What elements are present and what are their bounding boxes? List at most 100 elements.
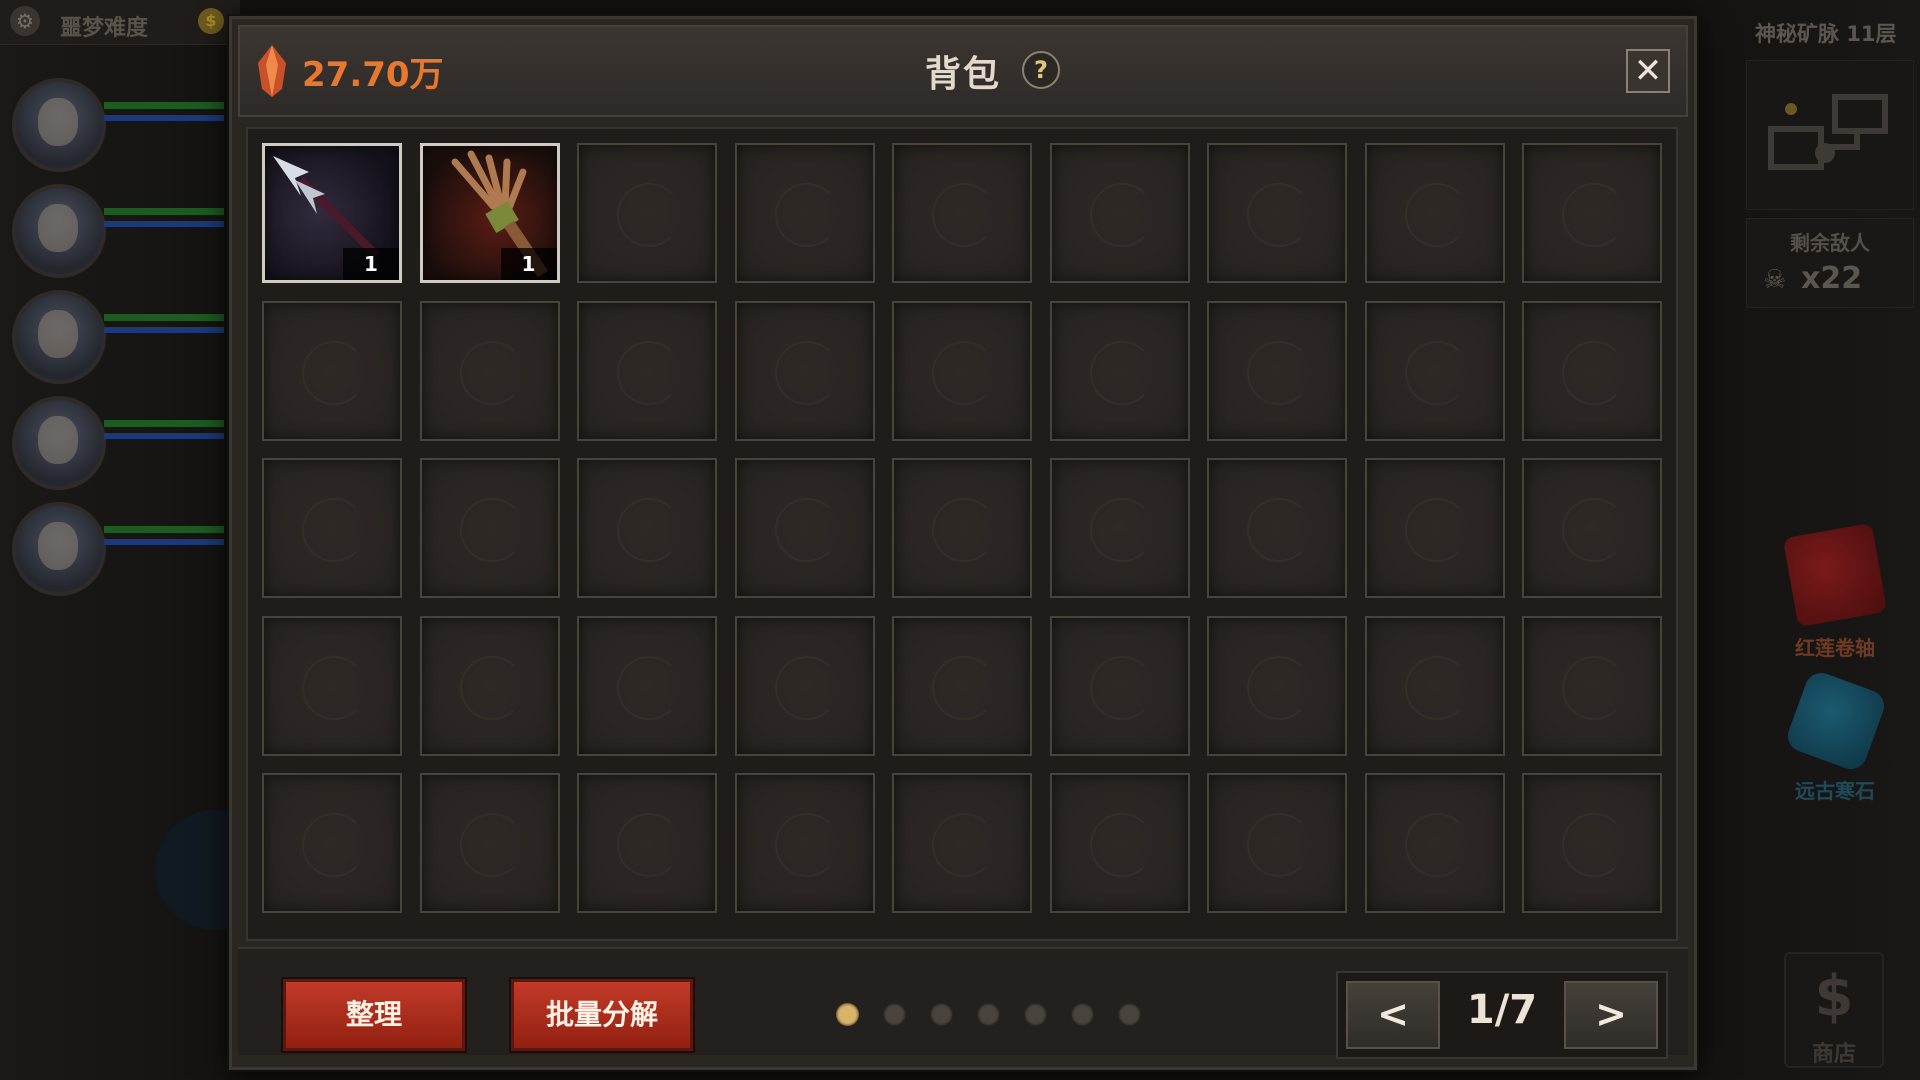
enemies-remaining-label: 剩余敌人 xyxy=(1790,231,1870,255)
help-button[interactable]: ? xyxy=(1022,51,1060,89)
page-dot[interactable] xyxy=(930,1003,953,1026)
hero-portrait-4[interactable] xyxy=(12,396,106,490)
inventory-slot[interactable] xyxy=(262,773,402,913)
gear-icon[interactable]: ⚙ xyxy=(10,6,40,36)
inventory-slot[interactable] xyxy=(577,458,717,598)
hero-portrait-1[interactable] xyxy=(12,78,106,172)
close-button[interactable]: ✕ xyxy=(1626,49,1670,93)
inventory-slot[interactable] xyxy=(1364,773,1505,913)
inventory-grid: 11 xyxy=(262,143,1662,913)
page-dot[interactable] xyxy=(1071,1003,1094,1026)
page-dot[interactable] xyxy=(883,1003,906,1026)
slot-emblem-icon xyxy=(1089,340,1154,405)
slot-emblem-icon xyxy=(1089,498,1154,562)
inventory-slot[interactable] xyxy=(419,773,560,913)
location-title: 神秘矿脉 11层 xyxy=(1755,22,1897,46)
minimap[interactable] xyxy=(1746,60,1914,210)
inventory-slot[interactable] xyxy=(262,615,402,756)
hero-portrait-5[interactable] xyxy=(12,502,106,596)
inventory-slot[interactable] xyxy=(892,300,1032,441)
inventory-slot[interactable] xyxy=(419,458,560,598)
next-page-button[interactable]: > xyxy=(1564,981,1658,1049)
hero-hp-bar-4 xyxy=(104,420,224,427)
inventory-slot[interactable] xyxy=(734,615,875,756)
inventory-slot[interactable] xyxy=(1207,773,1347,913)
inventory-panel: 27.70万 背包 ? ✕ 11 整理 批量分解 < 1/7 > xyxy=(229,16,1697,1070)
page-number: 1/7 xyxy=(1466,987,1538,1033)
inventory-slot[interactable] xyxy=(1522,300,1662,441)
page-dot[interactable] xyxy=(977,1003,1000,1026)
inventory-slot[interactable] xyxy=(577,615,717,756)
party-sidebar: ⚙ 噩梦难度 $ xyxy=(0,0,275,1080)
inventory-slot[interactable] xyxy=(1364,143,1505,283)
inventory-slot[interactable] xyxy=(1207,143,1347,283)
slot-emblem-icon xyxy=(1562,655,1626,720)
inventory-slot[interactable] xyxy=(1207,615,1347,756)
inventory-slot[interactable] xyxy=(577,773,717,913)
inventory-slot[interactable] xyxy=(577,143,717,283)
inventory-slot[interactable] xyxy=(892,773,1032,913)
inventory-slot[interactable] xyxy=(1207,458,1347,598)
slot-emblem-icon xyxy=(617,183,681,247)
inventory-slot[interactable] xyxy=(262,458,402,598)
inventory-slot[interactable] xyxy=(892,458,1032,598)
page-dot[interactable] xyxy=(836,1003,859,1026)
hero-mp-bar-2 xyxy=(104,221,224,227)
inventory-slot[interactable] xyxy=(734,773,875,913)
inventory-slot[interactable]: 1 xyxy=(262,143,402,283)
slot-emblem-icon xyxy=(617,340,681,405)
inventory-slot[interactable] xyxy=(1049,773,1190,913)
inventory-grid-area: 11 xyxy=(246,127,1678,941)
shop-button[interactable]: $ 商店 xyxy=(1784,952,1884,1068)
panel-header: 27.70万 背包 ? ✕ xyxy=(238,25,1688,117)
inventory-slot[interactable]: 1 xyxy=(419,143,560,283)
page-dot[interactable] xyxy=(1118,1003,1141,1026)
hero-mp-bar-3 xyxy=(104,327,224,333)
page-dot[interactable] xyxy=(1024,1003,1047,1026)
slot-emblem-icon xyxy=(302,813,366,877)
hero-mp-bar-1 xyxy=(104,115,224,121)
inventory-slot[interactable] xyxy=(1049,300,1190,441)
shop-label: 商店 xyxy=(1811,1042,1856,1067)
prev-page-button[interactable]: < xyxy=(1346,981,1440,1049)
slot-emblem-icon xyxy=(459,813,524,877)
inventory-slot[interactable] xyxy=(262,300,402,441)
red-lotus-scroll-icon[interactable] xyxy=(1782,522,1888,628)
inventory-slot[interactable] xyxy=(1049,458,1190,598)
slot-emblem-icon xyxy=(932,183,996,247)
pager: < 1/7 > xyxy=(1336,971,1668,1059)
inventory-slot[interactable] xyxy=(577,300,717,441)
hero-mp-bar-5 xyxy=(104,539,224,545)
inventory-slot[interactable] xyxy=(734,300,875,441)
hero-portrait-3[interactable] xyxy=(12,290,106,384)
inventory-slot[interactable] xyxy=(419,300,560,441)
slot-emblem-icon xyxy=(774,813,839,877)
inventory-slot[interactable] xyxy=(734,143,875,283)
inventory-slot[interactable] xyxy=(734,458,875,598)
inventory-slot[interactable] xyxy=(892,615,1032,756)
inventory-slot[interactable] xyxy=(1522,458,1662,598)
slot-emblem-icon xyxy=(459,655,524,720)
inventory-slot[interactable] xyxy=(1364,458,1505,598)
slot-emblem-icon xyxy=(1562,183,1626,247)
inventory-slot[interactable] xyxy=(892,143,1032,283)
hero-portrait-2[interactable] xyxy=(12,184,106,278)
inventory-slot[interactable] xyxy=(1364,615,1505,756)
skull-icon: ☠ xyxy=(1763,265,1787,295)
sort-button[interactable]: 整理 xyxy=(283,979,465,1051)
inventory-slot[interactable] xyxy=(1522,143,1662,283)
hero-hp-bar-1 xyxy=(104,102,224,109)
difficulty-label: 噩梦难度 xyxy=(60,16,149,41)
slot-emblem-icon xyxy=(1247,655,1311,720)
inventory-slot[interactable] xyxy=(1207,300,1347,441)
inventory-slot[interactable] xyxy=(1049,143,1190,283)
slot-emblem-icon xyxy=(1404,183,1469,247)
inventory-slot[interactable] xyxy=(1522,615,1662,756)
inventory-slot[interactable] xyxy=(1522,773,1662,913)
slot-emblem-icon xyxy=(617,498,681,562)
inventory-slot[interactable] xyxy=(1049,615,1190,756)
batch-decompose-button[interactable]: 批量分解 xyxy=(511,979,693,1051)
slot-emblem-icon xyxy=(1562,813,1626,877)
inventory-slot[interactable] xyxy=(419,615,560,756)
inventory-slot[interactable] xyxy=(1364,300,1505,441)
